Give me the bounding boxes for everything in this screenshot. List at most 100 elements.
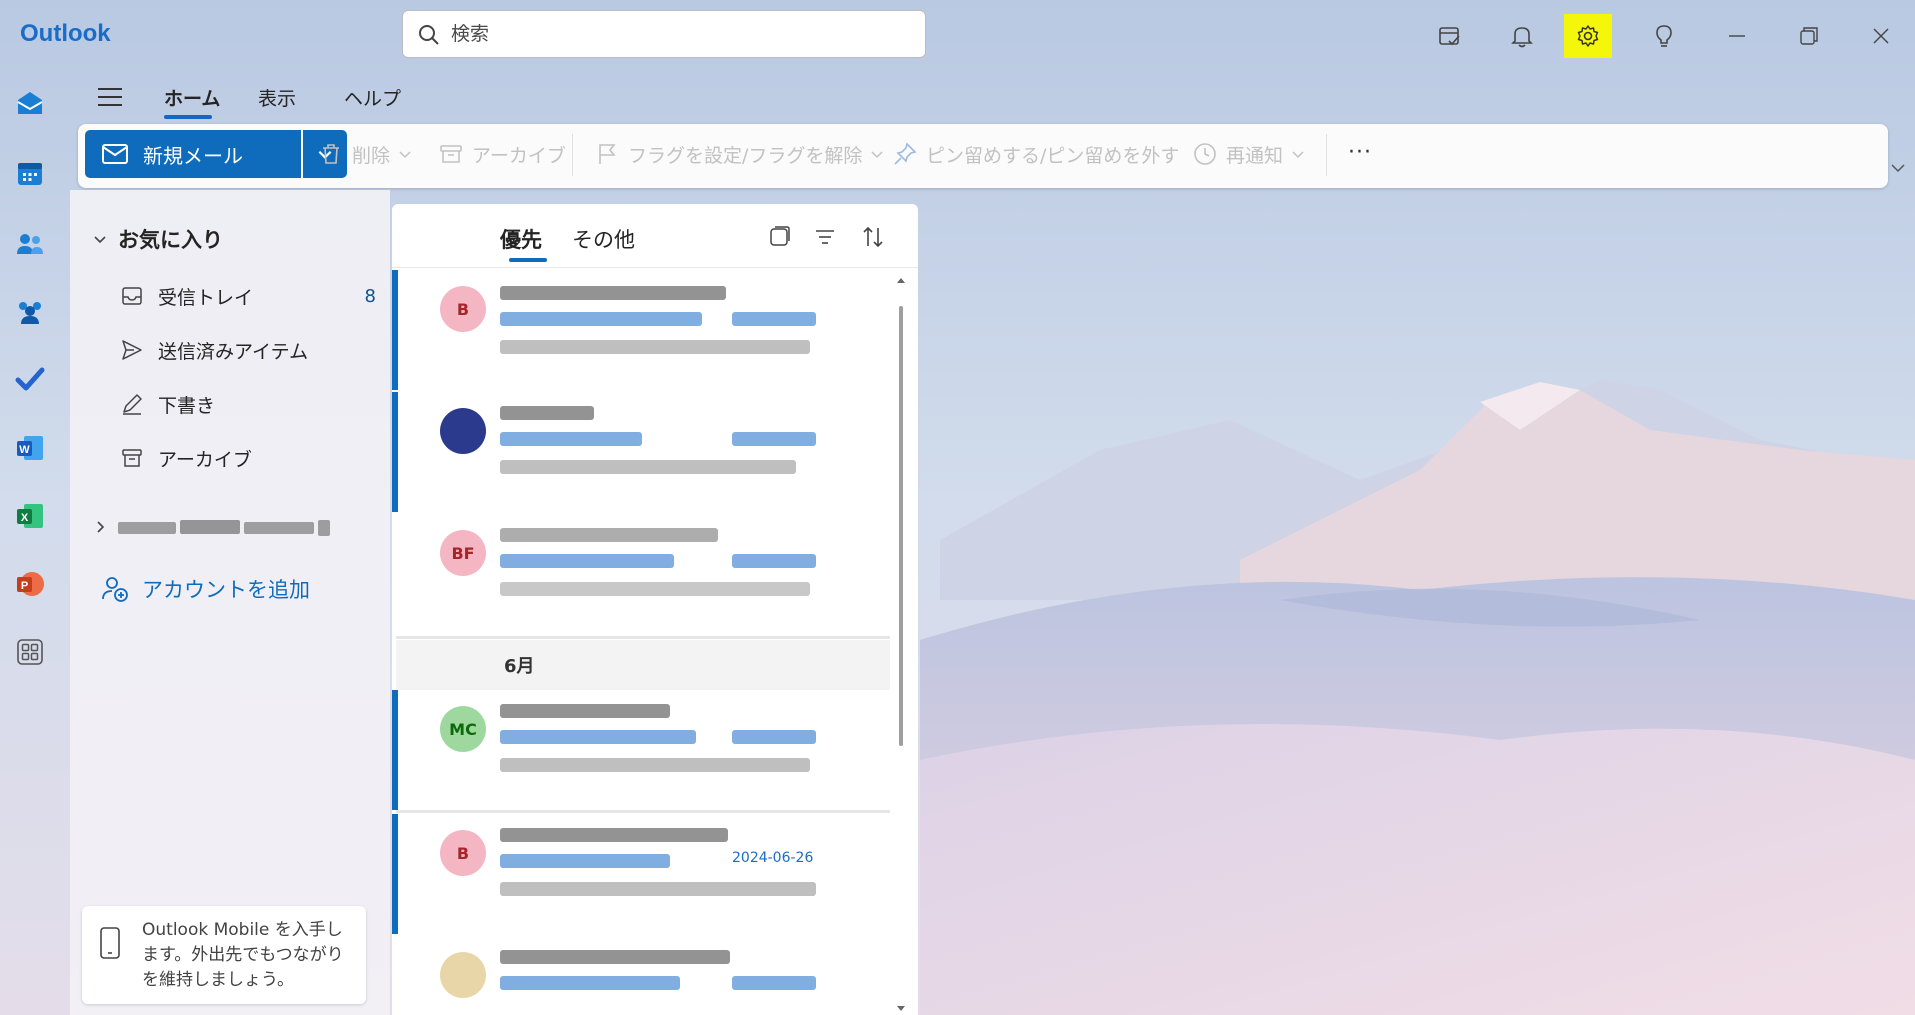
message-item[interactable]: B [392,270,890,390]
preview-redacted [500,460,796,474]
message-item[interactable] [392,392,890,512]
message-list-header: 優先 その他 [392,204,918,268]
subject-redacted [500,312,702,326]
message-item[interactable]: MC [392,690,890,810]
notifications-button[interactable] [1498,14,1546,58]
add-account-button[interactable]: アカウントを追加 [100,574,310,604]
favorites-label: お気に入り [118,228,223,252]
rail-calendar[interactable] [12,156,48,192]
subject-redacted [500,554,674,568]
sender-redacted [500,950,730,964]
ribbon-separator [572,134,573,176]
folder-inbox[interactable]: 受信トレイ 8 [120,276,376,316]
archive-button[interactable]: アーカイブ [438,138,566,170]
message-list-scrollbar[interactable] [896,276,906,1015]
svg-text:X: X [21,512,29,524]
divider [396,636,890,639]
flag-button[interactable]: フラグを設定/フラグを解除 [594,138,892,170]
my-day-button[interactable] [1426,14,1474,58]
tab-view[interactable]: 表示 [258,84,296,111]
hamburger-menu-icon[interactable] [96,86,124,108]
date-redacted [732,730,816,744]
bell-icon [1511,27,1533,48]
delete-button[interactable]: 削除 [318,138,420,170]
trash-icon [323,144,339,164]
section-label: 6月 [504,656,535,677]
close-icon [1873,28,1889,44]
groups-icon [19,302,41,324]
archive-icon [122,449,142,467]
rail-todo[interactable] [12,362,48,398]
subject-redacted [500,730,696,744]
rail-powerpoint[interactable]: P [12,566,48,602]
new-mail-button[interactable]: 新規メール [85,130,301,178]
close-button[interactable] [1857,14,1905,58]
scroll-down-icon[interactable] [896,1005,906,1013]
tips-button[interactable] [1640,14,1688,58]
outlook-mobile-promo[interactable]: Outlook Mobile を入手します。外出先でもつながりを維持しましょう。 [82,906,366,1004]
rail-word[interactable]: W [12,430,48,466]
folder-drafts[interactable]: 下書き [120,384,376,424]
ribbon-toolbar: 新規メール 削除 アーカイブ フラグを設定/フラグを解除 ピン留めする/ピン留め… [78,124,1888,188]
restore-button[interactable] [1785,14,1833,58]
todo-icon [15,367,45,391]
filter-icon[interactable] [812,224,838,250]
date-redacted [732,312,816,326]
select-mode-icon[interactable] [766,224,792,250]
minimize-button[interactable] [1713,14,1761,58]
search-icon [419,25,439,45]
divider [396,810,890,813]
ribbon-separator [1326,134,1327,176]
folder-sent[interactable]: 送信済みアイテム [120,330,376,370]
pin-label: ピン留めする/ピン留めを外す [926,144,1180,167]
preview-redacted [500,758,810,772]
message-item[interactable] [392,936,890,1015]
tab-home[interactable]: ホーム [164,84,220,111]
date-section-header: 6月 [396,640,890,690]
tab-help[interactable]: ヘルプ [344,84,401,111]
more-options-button[interactable]: ··· [1348,140,1372,165]
settings-button[interactable] [1564,14,1612,58]
folder-pane: お気に入り 受信トレイ 8 送信済みアイテム 下書き アーカイブ アカウントを追… [70,190,390,1015]
archive-label: アーカイブ [472,144,566,167]
app-rail: W X P [0,72,68,1015]
folder-label: 受信トレイ [158,286,254,309]
chevron-down-icon [1292,151,1304,159]
pin-button[interactable]: ピン留めする/ピン留めを外す [892,138,1179,170]
message-item[interactable]: BF [392,514,890,634]
date-redacted [732,432,816,446]
sender-redacted [500,286,726,300]
account-row[interactable] [92,516,332,538]
rail-groups[interactable] [12,294,48,330]
rail-excel[interactable]: X [12,498,48,534]
snooze-button[interactable]: 再通知 [1192,138,1313,170]
mail-icon [17,92,43,114]
favorites-header[interactable]: お気に入り [92,224,223,254]
scrollbar-thumb[interactable] [899,306,903,746]
sort-icon[interactable] [860,224,886,250]
date-redacted [732,554,816,568]
draft-icon [123,394,142,415]
archive-icon [440,145,462,163]
word-icon: W [17,436,43,460]
envelope-icon [102,144,128,164]
snooze-label: 再通知 [1226,144,1284,167]
rail-mail[interactable] [12,86,48,122]
clock-icon [1194,143,1216,165]
tab-other[interactable]: その他 [572,224,635,254]
svg-text:W: W [19,444,30,456]
tab-focused[interactable]: 優先 [500,224,542,254]
folder-label: 下書き [158,394,216,417]
avatar [440,952,486,998]
scroll-up-icon[interactable] [896,276,906,284]
avatar: MC [440,706,486,752]
folder-archive[interactable]: アーカイブ [120,438,376,478]
rail-apps[interactable] [12,634,48,670]
excel-icon: X [17,504,43,528]
unread-indicator [392,270,398,390]
ribbon-expand-icon[interactable] [1890,160,1906,176]
rail-people[interactable] [12,226,48,262]
search-input[interactable] [451,19,911,49]
message-item[interactable]: B 2024-06-26 [392,814,890,934]
search-box[interactable] [402,10,926,58]
